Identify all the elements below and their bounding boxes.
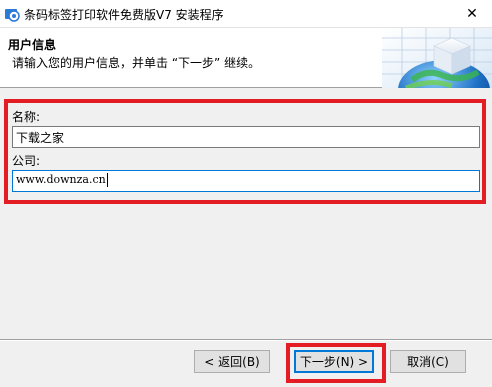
name-field[interactable]: 下载之家 xyxy=(12,126,480,148)
close-button[interactable]: ✕ xyxy=(452,0,492,28)
company-value: www.downza.cn xyxy=(16,173,106,186)
page-subtitle: 请输入您的用户信息，并单击 “下一步” 继续。 xyxy=(12,56,261,70)
globe-cube-icon xyxy=(382,28,492,88)
page-title: 用户信息 xyxy=(8,38,57,52)
footer-divider xyxy=(0,339,492,341)
back-button-label: < 返回(B) xyxy=(204,355,260,369)
close-icon: ✕ xyxy=(466,6,478,22)
company-label: 公司: xyxy=(12,154,41,168)
name-label: 名称: xyxy=(12,110,41,124)
header-panel: 用户信息 请输入您的用户信息，并单击 “下一步” 继续。 xyxy=(0,28,492,88)
form-area: 名称: 下载之家 公司: www.downza.cn xyxy=(0,88,492,339)
window-title: 条码标签打印软件免费版V7 安装程序 xyxy=(24,8,224,22)
next-button[interactable]: 下一步(N) > xyxy=(294,350,374,373)
next-button-label: 下一步(N) > xyxy=(299,355,369,369)
cancel-button[interactable]: 取消(C) xyxy=(390,350,466,373)
title-bar: 条码标签打印软件免费版V7 安装程序 ✕ xyxy=(0,0,492,28)
cancel-button-label: 取消(C) xyxy=(407,355,449,369)
back-button[interactable]: < 返回(B) xyxy=(194,350,270,373)
installer-icon xyxy=(5,9,20,22)
company-field[interactable]: www.downza.cn xyxy=(12,170,480,192)
name-value: 下载之家 xyxy=(16,131,65,145)
text-caret xyxy=(106,173,108,187)
